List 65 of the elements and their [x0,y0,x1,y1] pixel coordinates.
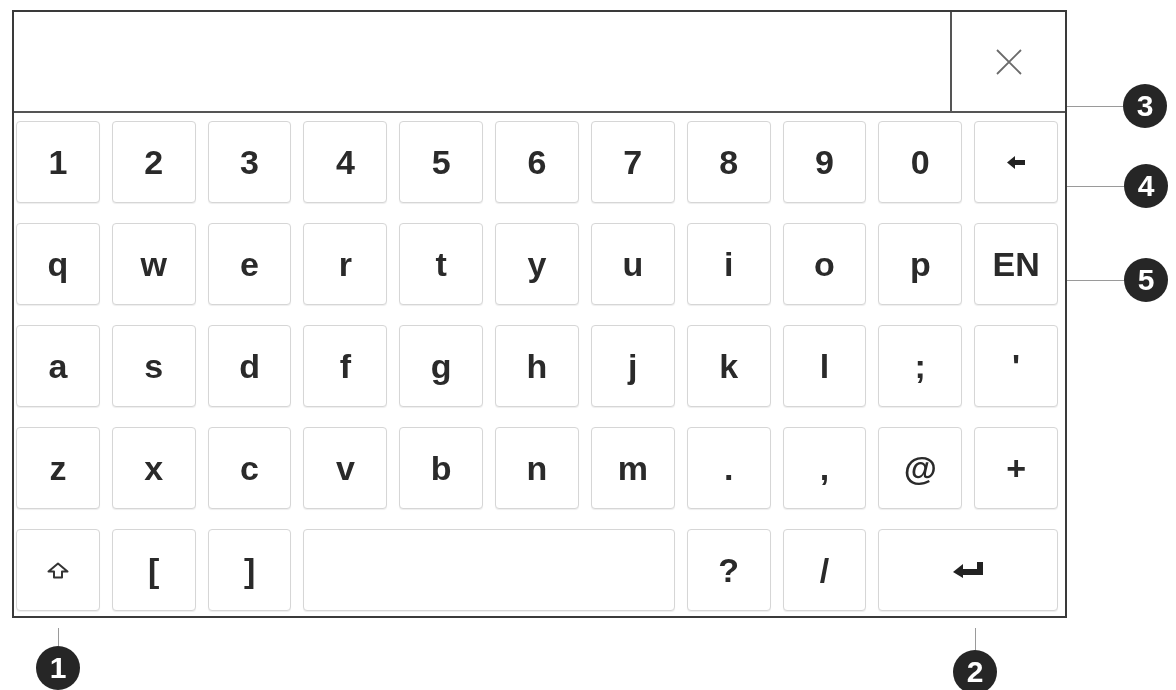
keyboard-key[interactable]: [ [111,529,196,611]
callout-number: 3 [1123,84,1167,128]
leader-line [1067,106,1123,107]
keyboard-key[interactable]: 0 [878,121,963,203]
keyboard-key[interactable]: b [399,427,484,509]
keyboard-key[interactable]: e [207,223,292,305]
keyboard-key[interactable]: 7 [590,121,675,203]
keyboard-key[interactable]: . [686,427,771,509]
callout-number: 2 [953,650,997,690]
keyboard-key[interactable]: ' [974,325,1058,407]
enter-key[interactable] [878,529,1058,611]
keyboard-key[interactable]: 9 [782,121,867,203]
keyboard-key[interactable]: s [111,325,196,407]
keyboard-key[interactable]: ] [207,529,292,611]
keyboard-key[interactable]: j [590,325,675,407]
backspace-key[interactable] [974,121,1058,203]
keyboard-key[interactable]: o [782,223,867,305]
keyboard-key[interactable]: / [782,529,867,611]
keyboard-key[interactable]: @ [878,427,963,509]
leader-line [975,628,976,650]
close-icon [995,48,1022,75]
space-key[interactable] [303,529,675,611]
keyboard-key[interactable]: i [686,223,771,305]
keyboard-key[interactable]: u [590,223,675,305]
keyboard-key[interactable]: y [495,223,579,305]
keyboard-key[interactable]: t [399,223,484,305]
callout-number: 5 [1124,258,1168,302]
keyboard-key[interactable]: g [399,325,484,407]
keyboard-key[interactable]: r [303,223,388,305]
keyboard-key[interactable]: a [16,325,100,407]
shift-key[interactable] [16,529,100,611]
leader-line [1067,280,1124,281]
keyboard-key[interactable]: 2 [111,121,196,203]
keyboard-key[interactable]: h [495,325,579,407]
keyboard-key[interactable]: 5 [399,121,484,203]
keyboard-key[interactable]: 3 [207,121,292,203]
keyboard-key[interactable]: 4 [303,121,388,203]
language-key[interactable]: EN [974,223,1058,305]
keyboard-key[interactable]: z [16,427,100,509]
keyboard-key[interactable]: ? [686,529,771,611]
keyboard-key[interactable]: p [878,223,963,305]
keyboard-key[interactable]: x [111,427,196,509]
keyboard-key[interactable]: f [303,325,388,407]
keyboard-key[interactable]: l [782,325,867,407]
keyboard-key[interactable]: 6 [495,121,579,203]
keyboard-key[interactable]: c [207,427,292,509]
keyboard-key[interactable]: , [782,427,867,509]
callout-number: 4 [1124,164,1168,208]
keyboard-key[interactable]: + [974,427,1058,509]
keyboard-key[interactable]: d [207,325,292,407]
enter-icon [953,562,984,578]
keyboard-key[interactable]: ; [878,325,963,407]
keyboard-key[interactable]: 8 [686,121,771,203]
keyboard-key[interactable]: w [111,223,196,305]
keyboard-key[interactable]: v [303,427,388,509]
keyboard-key[interactable]: m [590,427,675,509]
keyboard-key[interactable]: 1 [16,121,100,203]
keyboard-key[interactable]: q [16,223,100,305]
callout-number: 1 [36,646,80,690]
keyboard-key[interactable]: k [686,325,771,407]
leader-line [58,628,59,646]
left-arrow-icon [1007,155,1026,169]
leader-line [1067,186,1124,187]
shift-icon [46,561,69,579]
keyboard-key[interactable]: n [495,427,579,509]
